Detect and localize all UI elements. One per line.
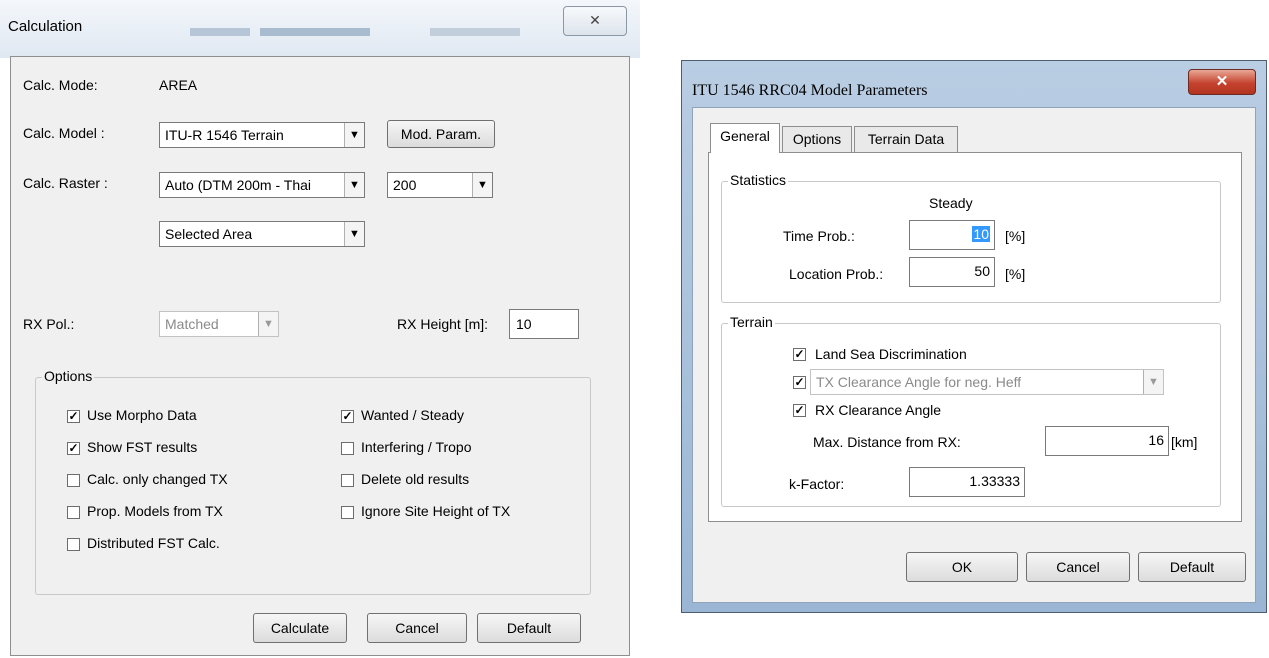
close-icon: ✕ xyxy=(589,12,601,28)
options-caption: Options xyxy=(42,368,95,384)
rx-height-label: RX Height [m]: xyxy=(397,316,489,332)
calc-raster-value: Auto (DTM 200m - Thai xyxy=(165,177,312,193)
check-icon: ✓ xyxy=(342,409,353,423)
option-checkbox[interactable] xyxy=(67,538,80,551)
check-icon: ✓ xyxy=(794,375,805,389)
raster-size-value: 200 xyxy=(393,177,417,193)
calc-raster-select[interactable]: Auto (DTM 200m - Thai ▼ xyxy=(159,172,365,198)
calculation-close-button[interactable]: ✕ xyxy=(563,6,627,36)
rx-pol-select: Matched ▼ xyxy=(159,311,279,337)
option-label: Calc. only changed TX xyxy=(87,471,228,487)
k-factor-input[interactable]: 1.33333 xyxy=(909,467,1025,497)
tab-terrain-data[interactable]: Terrain Data xyxy=(854,126,958,152)
mod-param-button[interactable]: Mod. Param. xyxy=(387,120,495,148)
rx-clearance-label: RX Clearance Angle xyxy=(815,402,942,418)
option-label: Prop. Models from TX xyxy=(87,503,223,519)
check-icon: ✓ xyxy=(68,441,79,455)
calculation-client-area: Calc. Mode: AREA Calc. Model : ITU-R 154… xyxy=(10,56,630,656)
check-icon: ✓ xyxy=(68,409,79,423)
chevron-down-icon[interactable]: ▼ xyxy=(472,173,492,197)
max-distance-label: Max. Distance from RX: xyxy=(813,434,961,450)
option-label: Distributed FST Calc. xyxy=(87,535,220,551)
land-sea-checkbox[interactable]: ✓ xyxy=(793,348,806,361)
statistics-caption: Statistics xyxy=(728,172,789,188)
model-parameters-title: ITU 1546 RRC04 Model Parameters xyxy=(692,82,928,99)
option-checkbox[interactable] xyxy=(67,506,80,519)
option-label: Delete old results xyxy=(361,471,470,487)
chevron-down-icon[interactable]: ▼ xyxy=(344,123,364,147)
tx-clearance-select: TX Clearance Angle for neg. Heff ▼ xyxy=(810,369,1164,395)
location-prob-input[interactable]: 50 xyxy=(909,257,995,287)
location-prob-label: Location Prob.: xyxy=(789,266,884,282)
option-label: Use Morpho Data xyxy=(87,407,197,423)
chevron-down-icon: ▼ xyxy=(258,312,278,336)
time-prob-input[interactable]: 10 xyxy=(909,220,995,250)
option-label: Wanted / Steady xyxy=(361,407,464,423)
model-parameters-dialog: ITU 1546 RRC04 Model Parameters ✕ Genera… xyxy=(681,60,1267,613)
rx-clearance-checkbox[interactable]: ✓ xyxy=(793,404,806,417)
chevron-down-icon[interactable]: ▼ xyxy=(344,222,364,246)
option-label: Ignore Site Height of TX xyxy=(361,503,511,519)
default-button[interactable]: Default xyxy=(477,613,581,643)
time-prob-value: 10 xyxy=(972,226,990,242)
calculation-title: Calculation xyxy=(8,18,83,35)
option-label: Show FST results xyxy=(87,439,198,455)
chevron-down-icon[interactable]: ▼ xyxy=(344,173,364,197)
cancel-button[interactable]: Cancel xyxy=(367,613,467,643)
calc-raster-label: Calc. Raster : xyxy=(23,175,108,191)
rx-height-input[interactable]: 10 xyxy=(509,309,579,339)
rx-pol-label: RX Pol.: xyxy=(23,316,75,332)
check-icon: ✓ xyxy=(794,403,805,417)
time-prob-unit: [%] xyxy=(1005,228,1026,244)
chevron-down-icon: ▼ xyxy=(1143,370,1163,394)
calc-model-select[interactable]: ITU-R 1546 Terrain ▼ xyxy=(159,122,365,148)
terrain-caption: Terrain xyxy=(728,314,775,330)
location-prob-unit: [%] xyxy=(1005,266,1026,282)
tx-clearance-checkbox[interactable]: ✓ xyxy=(793,376,806,389)
option-checkbox[interactable]: ✓ xyxy=(67,442,80,455)
tab-options[interactable]: Options xyxy=(782,126,852,152)
default-button[interactable]: Default xyxy=(1138,552,1246,582)
rx-pol-value: Matched xyxy=(165,316,219,332)
background-artifact xyxy=(260,28,370,36)
max-distance-unit: [km] xyxy=(1171,434,1198,450)
steady-header: Steady xyxy=(929,195,973,211)
option-checkbox[interactable] xyxy=(341,474,354,487)
raster-size-select[interactable]: 200 ▼ xyxy=(387,172,493,198)
general-tab-page: Statistics Steady Time Prob.: 10 [%] Loc… xyxy=(708,152,1242,522)
option-label: Interfering / Tropo xyxy=(361,439,472,455)
land-sea-label: Land Sea Discrimination xyxy=(815,346,967,362)
area-select[interactable]: Selected Area ▼ xyxy=(159,221,365,247)
background-artifact xyxy=(190,28,250,36)
ok-button[interactable]: OK xyxy=(906,552,1018,582)
calculate-button[interactable]: Calculate xyxy=(253,613,347,643)
cancel-button[interactable]: Cancel xyxy=(1026,552,1130,582)
calc-mode-value: AREA xyxy=(159,77,198,93)
k-factor-label: k-Factor: xyxy=(789,476,845,492)
calc-model-label: Calc. Model : xyxy=(23,125,105,141)
background-artifact xyxy=(430,28,520,36)
option-checkbox[interactable] xyxy=(67,474,80,487)
option-checkbox[interactable]: ✓ xyxy=(67,410,80,423)
option-checkbox[interactable]: ✓ xyxy=(341,410,354,423)
calculation-dialog: Calculation ✕ Calc. Mode: AREA Calc. Mod… xyxy=(0,0,640,658)
model-parameters-close-button[interactable]: ✕ xyxy=(1188,69,1256,95)
calc-model-value: ITU-R 1546 Terrain xyxy=(165,127,284,143)
area-value: Selected Area xyxy=(165,226,253,242)
tx-clearance-value: TX Clearance Angle for neg. Heff xyxy=(816,374,1022,390)
calculation-titlebar: Calculation ✕ xyxy=(0,0,640,58)
calc-mode-label: Calc. Mode: xyxy=(23,77,98,93)
time-prob-label: Time Prob.: xyxy=(783,228,855,244)
model-parameters-client-area: General Options Terrain Data Statistics … xyxy=(692,107,1256,603)
tab-general[interactable]: General xyxy=(710,123,780,153)
option-checkbox[interactable] xyxy=(341,506,354,519)
close-icon: ✕ xyxy=(1215,73,1229,90)
check-icon: ✓ xyxy=(794,347,805,361)
option-checkbox[interactable] xyxy=(341,442,354,455)
max-distance-input[interactable]: 16 xyxy=(1045,426,1169,456)
